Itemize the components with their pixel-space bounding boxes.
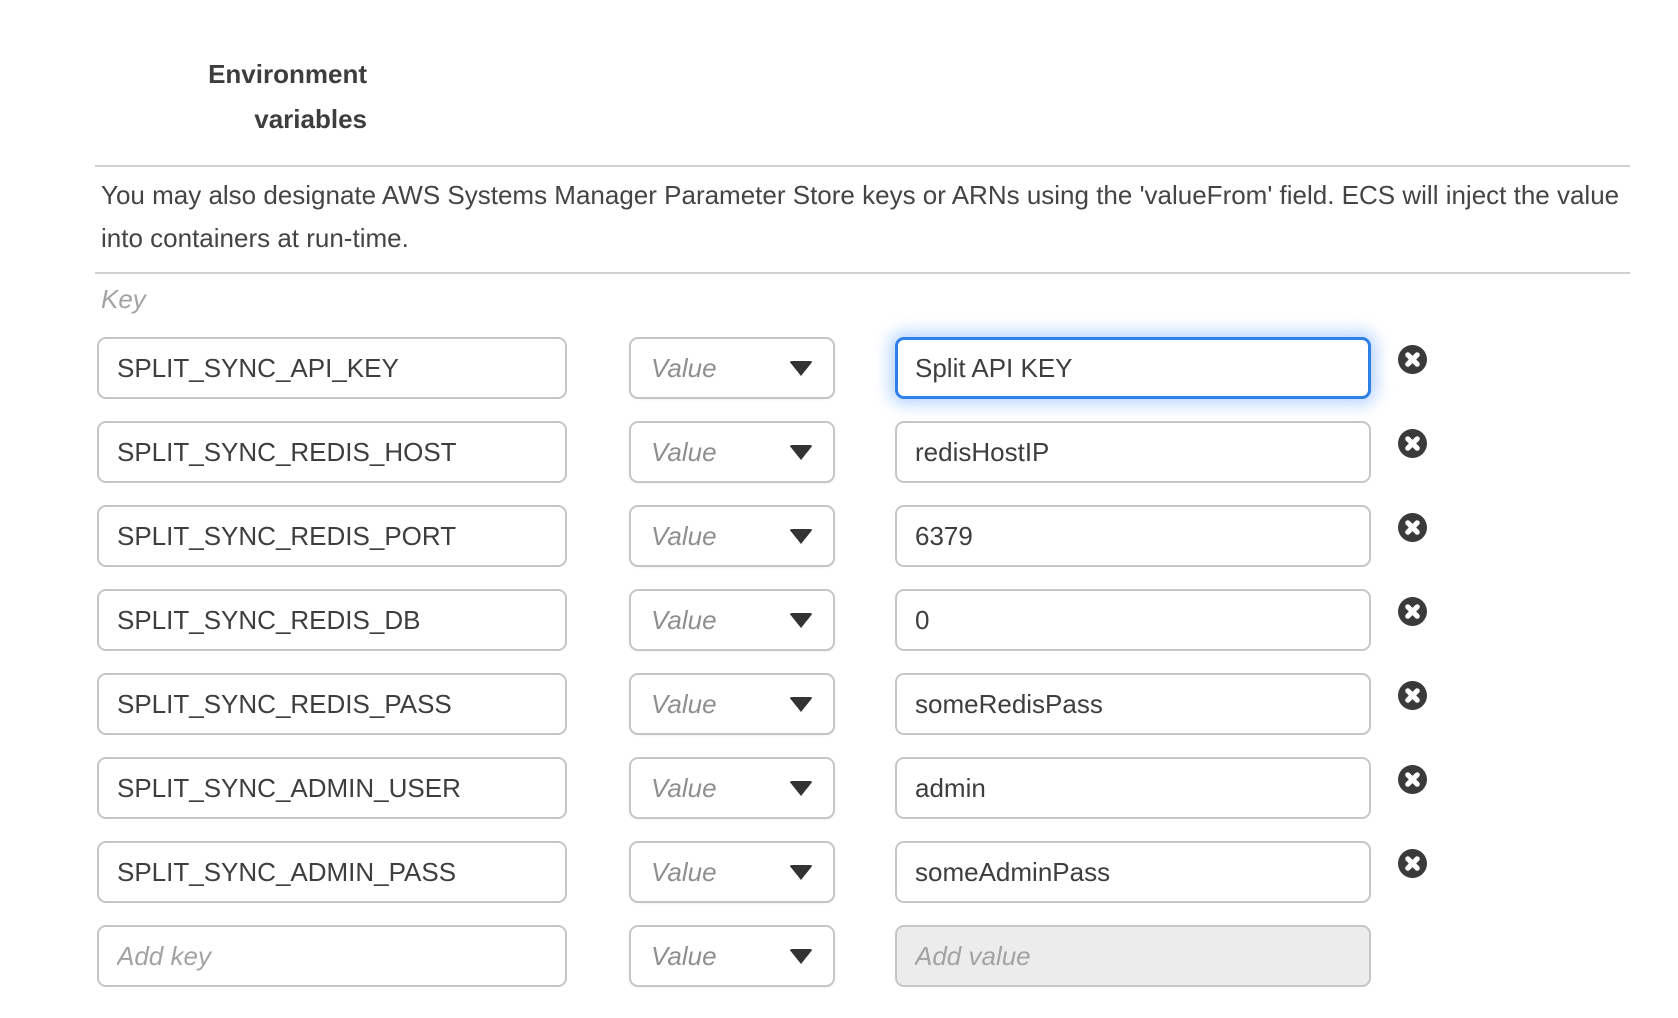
env-var-rows: Value Value Value <box>97 337 1427 1009</box>
value-input[interactable] <box>895 337 1371 399</box>
dropdown-arrow-icon <box>789 613 813 628</box>
remove-icon <box>1398 597 1427 626</box>
dropdown-arrow-icon <box>789 361 813 376</box>
dropdown-arrow-icon <box>789 781 813 796</box>
remove-row-button[interactable] <box>1398 765 1427 794</box>
dropdown-arrow-icon <box>789 949 813 964</box>
remove-row-button[interactable] <box>1398 345 1427 374</box>
parameter-store-description: You may also designate AWS Systems Manag… <box>101 174 1663 260</box>
add-key-input[interactable] <box>97 925 567 987</box>
environment-variables-section: Environment variables You may also desig… <box>0 0 1678 1018</box>
value-input[interactable] <box>895 589 1371 651</box>
value-type-dropdown[interactable]: Value <box>629 757 835 819</box>
value-type-label: Value <box>651 689 717 720</box>
env-var-row: Value <box>97 337 1427 399</box>
dropdown-arrow-icon <box>789 529 813 544</box>
value-type-label: Value <box>651 521 717 552</box>
key-input[interactable] <box>97 841 567 903</box>
remove-icon <box>1398 429 1427 458</box>
remove-row-button[interactable] <box>1398 513 1427 542</box>
remove-row-button[interactable] <box>1398 849 1427 878</box>
remove-row-button[interactable] <box>1398 681 1427 710</box>
add-value-input <box>895 925 1371 987</box>
value-input[interactable] <box>895 505 1371 567</box>
section-divider-top <box>95 165 1630 167</box>
env-var-row: Value <box>97 757 1427 819</box>
remove-icon <box>1398 345 1427 374</box>
remove-icon <box>1398 765 1427 794</box>
remove-icon <box>1398 513 1427 542</box>
value-type-dropdown[interactable]: Value <box>629 337 835 399</box>
value-type-dropdown[interactable]: Value <box>629 421 835 483</box>
value-type-label: Value <box>651 773 717 804</box>
key-input[interactable] <box>97 337 567 399</box>
add-env-var-row: Value <box>97 925 1427 987</box>
env-var-row: Value <box>97 673 1427 735</box>
key-input[interactable] <box>97 673 567 735</box>
key-input[interactable] <box>97 589 567 651</box>
dropdown-arrow-icon <box>789 865 813 880</box>
value-type-label: Value <box>651 857 717 888</box>
remove-row-button[interactable] <box>1398 597 1427 626</box>
value-input[interactable] <box>895 757 1371 819</box>
key-input[interactable] <box>97 421 567 483</box>
key-column-label: Key <box>101 284 146 315</box>
value-type-label: Value <box>651 437 717 468</box>
section-divider-bottom <box>95 272 1630 274</box>
value-type-dropdown[interactable]: Value <box>629 589 835 651</box>
env-var-row: Value <box>97 589 1427 651</box>
remove-icon <box>1398 849 1427 878</box>
value-type-label: Value <box>651 941 717 972</box>
value-type-dropdown[interactable]: Value <box>629 925 835 987</box>
value-type-dropdown[interactable]: Value <box>629 673 835 735</box>
value-input[interactable] <box>895 421 1371 483</box>
key-input[interactable] <box>97 505 567 567</box>
value-type-label: Value <box>651 605 717 636</box>
env-var-row: Value <box>97 505 1427 567</box>
value-type-label: Value <box>651 353 717 384</box>
remove-row-button[interactable] <box>1398 429 1427 458</box>
value-input[interactable] <box>895 841 1371 903</box>
dropdown-arrow-icon <box>789 697 813 712</box>
environment-variables-label: Environment variables <box>100 52 367 142</box>
value-type-dropdown[interactable]: Value <box>629 841 835 903</box>
value-type-dropdown[interactable]: Value <box>629 505 835 567</box>
key-input[interactable] <box>97 757 567 819</box>
value-input[interactable] <box>895 673 1371 735</box>
dropdown-arrow-icon <box>789 445 813 460</box>
remove-icon <box>1398 681 1427 710</box>
env-var-row: Value <box>97 421 1427 483</box>
env-var-row: Value <box>97 841 1427 903</box>
